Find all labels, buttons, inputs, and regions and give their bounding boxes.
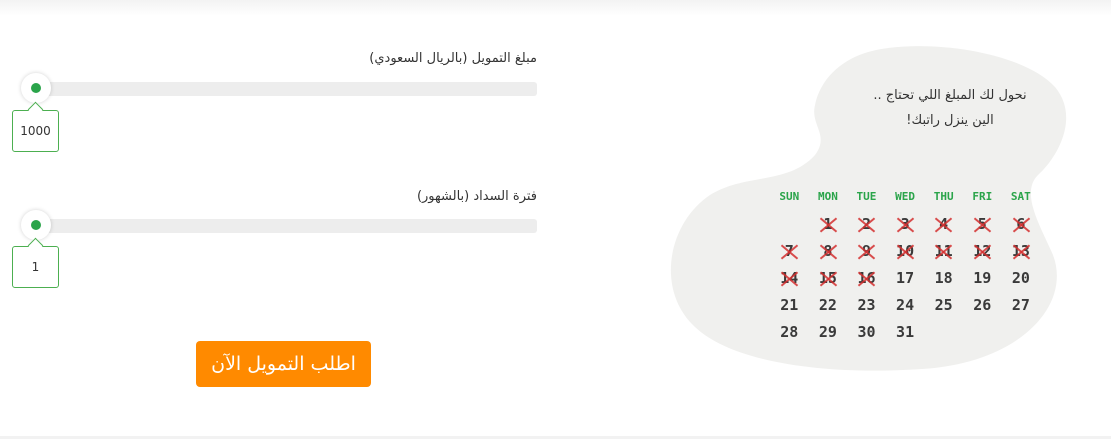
calendar-day: 7 [770,238,809,265]
calendar-day: 20 [1011,269,1030,287]
calendar: SUN MON TUE WED THU FRI SAT 1 2 3 4 5 6 7 8 9 10 11 12 13 1… [770,189,1040,346]
weekday-label: FRI [972,190,993,203]
calendar-day: 14 [770,265,809,292]
calendar-day: 4 [924,211,963,238]
weekday-label: MON [817,190,838,203]
weekday-label: WED [895,190,916,203]
amount-slider-track[interactable] [26,82,537,96]
calendar-day: 27 [1011,296,1030,314]
calendar-day: 22 [818,296,837,314]
calendar-empty-cell [963,319,1002,346]
calendar-day: 3 [886,211,925,238]
calendar-day: 28 [780,323,799,341]
period-slider-handle[interactable] [21,210,51,240]
promo-line-2: الين ينزل راتبك! [906,113,994,128]
calendar-day: 31 [896,323,915,341]
amount-value-tooltip: 1000 [12,110,59,152]
request-financing-button[interactable]: اطلب التمويل الآن [196,341,371,387]
calendar-day: 5 [963,211,1002,238]
amount-label: مبلغ التمويل (بالريال السعودي) [369,51,537,66]
calendar-day: 29 [818,323,837,341]
calendar-day: 19 [973,269,992,287]
weekday-label: SUN [779,190,800,203]
promo-line-1: نحول لك المبلغ اللي تحتاج .. [873,88,1027,103]
weekday-label: SAT [1010,190,1031,203]
calendar-day: 1 [809,211,848,238]
calendar-empty-cell [770,211,809,238]
calendar-day: 24 [896,296,915,314]
calendar-day: 26 [973,296,992,314]
calendar-day: 8 [809,238,848,265]
calendar-day: 23 [857,296,876,314]
calendar-day: 30 [857,323,876,341]
calendar-day: 2 [847,211,886,238]
calendar-day: 13 [1002,238,1041,265]
calendar-day: 15 [809,265,848,292]
calendar-empty-cell [924,319,963,346]
calendar-empty-cell [1002,319,1041,346]
calendar-day: 25 [934,296,953,314]
calendar-day: 21 [780,296,799,314]
weekday-label: TUE [856,190,877,203]
period-value-tooltip: 1 [12,246,59,288]
amount-slider-handle[interactable] [21,73,51,103]
period-label: فترة السداد (بالشهور) [416,189,537,204]
weekday-label: THU [933,190,954,203]
calendar-day: 16 [847,265,886,292]
top-bar [0,0,1111,16]
calendar-day: 11 [924,238,963,265]
calendar-day: 18 [934,269,953,287]
calendar-day: 12 [963,238,1002,265]
calendar-day: 9 [847,238,886,265]
calendar-days: 1 2 3 4 5 6 7 8 9 10 11 12 13 14 15 16 17 18 19 20 21 22 23 24 2… [770,211,1040,346]
calendar-day: 17 [896,269,915,287]
period-slider-track[interactable] [26,219,537,233]
calendar-day: 10 [886,238,925,265]
calendar-day: 6 [1002,211,1041,238]
weekday-header: SUN MON TUE WED THU FRI SAT [770,189,1040,211]
promo-text: نحول لك المبلغ اللي تحتاج .. الين ينزل ر… [850,83,1050,133]
